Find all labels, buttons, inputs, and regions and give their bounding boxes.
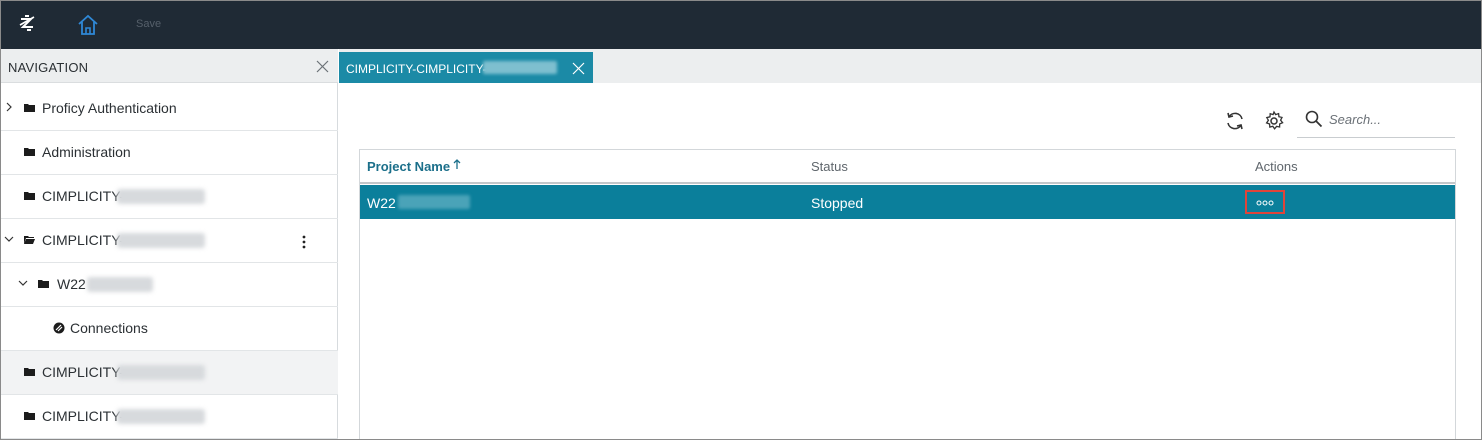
search-input[interactable] <box>1329 109 1449 129</box>
redacted-text <box>117 409 205 424</box>
row-actions-button[interactable] <box>1245 190 1285 214</box>
folder-icon <box>24 148 35 156</box>
tree-item-label: Connections <box>70 320 148 336</box>
settings-icon[interactable] <box>1263 110 1285 132</box>
tree-item-label: Administration <box>42 144 131 160</box>
chevron-right-icon[interactable] <box>4 102 14 112</box>
tree-item-cimplicity-hover[interactable]: CIMPLICITY- <box>1 351 338 395</box>
folder-icon <box>24 104 35 112</box>
app-window: Save NAVIGATION Proficy Authentication A… <box>0 0 1482 440</box>
redacted-text <box>117 189 205 204</box>
navigation-panel: NAVIGATION Proficy Authentication Admini… <box>1 49 338 439</box>
navigation-header: NAVIGATION <box>1 49 338 83</box>
tab-label: CIMPLICITY-CIMPLICITY- <box>346 62 487 76</box>
redacted-text <box>87 277 153 292</box>
refresh-icon[interactable] <box>1224 110 1246 132</box>
chevron-down-icon[interactable] <box>18 278 28 288</box>
cell-project-name: W22 <box>367 195 396 211</box>
tree-item-cimplicity-last[interactable]: CIMPLICITY- <box>1 395 338 439</box>
table-row[interactable]: W22 Stopped <box>360 185 1455 219</box>
cell-status: Stopped <box>811 195 864 211</box>
app-logo-icon[interactable] <box>17 13 39 35</box>
close-icon[interactable] <box>316 60 329 73</box>
column-header-actions: Actions <box>1255 159 1298 174</box>
sort-ascending-icon[interactable] <box>453 159 461 170</box>
tree-item-proficy-authentication[interactable]: Proficy Authentication <box>1 87 338 131</box>
search-box <box>1297 104 1455 138</box>
top-bar: Save <box>1 1 1481 49</box>
projects-grid: Project Name Status Actions W22 Stopped <box>359 149 1456 439</box>
column-header-project-name[interactable]: Project Name <box>367 159 450 174</box>
home-icon[interactable] <box>76 13 100 37</box>
more-options-icon[interactable] <box>301 235 307 249</box>
redacted-text <box>483 61 557 74</box>
folder-icon <box>38 280 49 288</box>
tree-item-cimplicity[interactable]: CIMPLICITY- <box>1 175 338 219</box>
navigation-title: NAVIGATION <box>8 60 89 75</box>
folder-open-icon <box>24 236 35 244</box>
tree-item-label: CIMPLICITY- <box>42 408 124 424</box>
more-horizontal-icon <box>1256 200 1274 206</box>
close-tab-icon[interactable] <box>572 62 585 75</box>
grid-header: Project Name Status Actions <box>360 150 1455 184</box>
tree-item-label: CIMPLICITY- <box>42 232 124 248</box>
save-button[interactable]: Save <box>136 18 161 30</box>
tree-item-label: CIMPLICITY- <box>42 364 124 380</box>
tree-item-w22[interactable]: W22 <box>1 263 338 307</box>
tree-item-label: CIMPLICITY- <box>42 188 124 204</box>
tab-cimplicity[interactable]: CIMPLICITY-CIMPLICITY- <box>339 52 593 83</box>
tree-item-label: W22 <box>57 276 86 292</box>
tree-item-connections[interactable]: Connections <box>1 307 338 351</box>
column-header-status[interactable]: Status <box>811 159 848 174</box>
chevron-down-icon[interactable] <box>4 234 14 244</box>
folder-icon <box>24 412 35 420</box>
folder-icon <box>24 192 35 200</box>
search-icon <box>1305 110 1323 128</box>
tree-item-label: Proficy Authentication <box>42 100 177 116</box>
tab-bar: CIMPLICITY-CIMPLICITY- <box>339 49 1481 83</box>
connections-icon <box>53 322 65 334</box>
redacted-text <box>398 195 470 209</box>
folder-icon <box>24 368 35 376</box>
tree-item-cimplicity-expanded[interactable]: CIMPLICITY- <box>1 219 338 263</box>
tree-item-administration[interactable]: Administration <box>1 131 338 175</box>
redacted-text <box>117 365 205 380</box>
redacted-text <box>117 233 205 248</box>
